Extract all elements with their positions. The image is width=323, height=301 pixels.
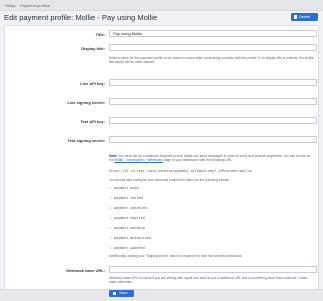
webhook-base-url-label: Webhook base URL: [66, 268, 105, 273]
event-item: payment.failed [110, 196, 143, 200]
save-button[interactable]: Save [109, 290, 134, 297]
event-item: payment.updated [110, 246, 145, 250]
webhook-note: Note: You must set up a webhook endpoint… [109, 154, 315, 163]
delete-button[interactable]: Delete [291, 13, 318, 21]
live-api-key-input[interactable] [109, 79, 317, 86]
live-signing-secret-label: Live signing secret: [67, 100, 105, 105]
event-item: payment.canceled [110, 206, 147, 210]
event-item: payment.authorized [110, 236, 151, 240]
event-item: payment.expired [110, 216, 145, 220]
save-button-label: Save [119, 291, 128, 295]
display-title-help: Enter a name for this payment profile to… [109, 56, 314, 65]
breadcrumb-setup-link[interactable]: Setup [5, 3, 15, 8]
display-title-label: Display title: [81, 46, 105, 51]
event-item: payment.paid [110, 186, 138, 190]
test-api-key-input[interactable] [109, 117, 317, 124]
signing-secret-help: Additionally, adding your "Signing secre… [109, 254, 243, 258]
webhook-url: https://xf-ru-test.local/xenforo/payment… [109, 169, 252, 173]
display-title-input[interactable] [109, 44, 317, 51]
form-footer [0, 289, 323, 301]
save-icon [113, 291, 117, 296]
webhook-base-url-input[interactable] [109, 266, 317, 273]
title-input[interactable]: Pay using Mollie [109, 30, 317, 37]
breadcrumb-separator: › [15, 3, 17, 8]
breadcrumb: Setup › Payment profiles [0, 0, 323, 11]
breadcrumb-payment-profiles-link[interactable]: Payment profiles [20, 3, 50, 8]
live-signing-secret-input[interactable] [109, 98, 317, 105]
test-signing-secret-label: Test signing secret: [67, 138, 106, 143]
live-api-key-label: Live API key: [80, 81, 105, 86]
test-signing-secret-input[interactable] [109, 136, 317, 143]
page-title: Edit payment profile: Mollie - Pay using… [4, 13, 158, 22]
title-label: Title: [95, 32, 105, 37]
events-intro: You should also configure your webhook e… [109, 178, 230, 182]
note-label: Note: [109, 154, 118, 158]
delete-button-label: Delete [299, 15, 310, 19]
note-text-2: page in your dashboard with the followin… [163, 158, 233, 163]
event-item: payment.pending [110, 226, 145, 230]
mollie-webhooks-link[interactable]: Mollie > Developers > Webhooks [115, 158, 163, 162]
trash-icon [294, 15, 297, 19]
webhook-base-url-help: Webhook base URL is useful if you are te… [109, 276, 308, 285]
test-api-key-label: Test API key: [80, 119, 105, 124]
